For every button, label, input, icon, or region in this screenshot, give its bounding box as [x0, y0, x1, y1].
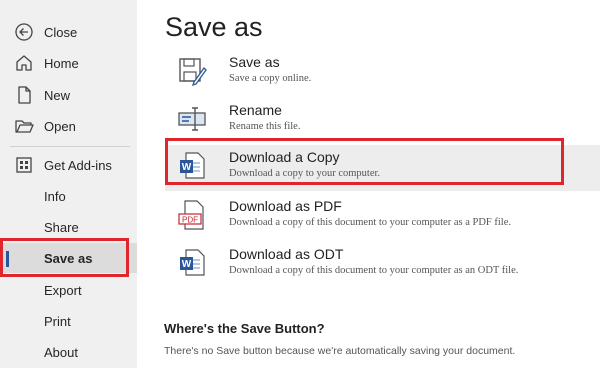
backstage-sidebar: Close Home New Open Get Add-ins Info Sha… — [0, 0, 137, 368]
help-heading: Where's the Save Button? — [164, 321, 325, 336]
add-ins-icon — [14, 155, 34, 175]
back-arrow-icon — [14, 22, 34, 42]
svg-text:PDF: PDF — [182, 216, 198, 225]
rename-icon — [177, 102, 207, 136]
sidebar-divider — [10, 146, 130, 147]
option-title: Download a Copy — [229, 149, 340, 165]
sidebar-item-save-as[interactable]: Save as — [0, 243, 137, 273]
pdf-icon: PDF — [177, 198, 207, 232]
option-subtitle: Save a copy online. — [229, 73, 312, 84]
sidebar-item-close[interactable]: Close — [0, 17, 137, 47]
new-document-icon — [14, 85, 34, 105]
option-title: Save as — [229, 54, 280, 70]
sidebar-item-label: Info — [44, 188, 66, 204]
option-rename[interactable]: Rename Rename this file. — [165, 98, 600, 144]
sidebar-item-home[interactable]: Home — [0, 48, 137, 78]
sidebar-item-label: Share — [44, 219, 79, 235]
folder-open-icon — [14, 116, 34, 136]
option-title: Download as ODT — [229, 246, 344, 262]
svg-text:W: W — [182, 162, 192, 173]
selection-indicator — [6, 251, 9, 267]
sidebar-item-label: Get Add-ins — [44, 157, 112, 173]
sidebar-item-label: Export — [44, 282, 82, 298]
word-document-icon: W — [177, 246, 207, 280]
sidebar-item-share[interactable]: Share — [0, 212, 137, 242]
svg-text:W: W — [182, 259, 192, 270]
sidebar-item-export[interactable]: Export — [0, 275, 137, 305]
sidebar-item-open[interactable]: Open — [0, 111, 137, 141]
sidebar-item-about[interactable]: About — [0, 337, 137, 367]
sidebar-item-label: Close — [44, 24, 78, 40]
option-subtitle: Download a copy to your computer. — [229, 168, 381, 179]
save-as-icon — [177, 54, 207, 88]
option-save-as[interactable]: Save as Save a copy online. — [165, 50, 600, 96]
sidebar-item-print[interactable]: Print — [0, 306, 137, 336]
sidebar-item-label: Save as — [44, 250, 93, 266]
option-title: Download as PDF — [229, 198, 342, 214]
page-title: Save as — [165, 12, 263, 42]
sidebar-item-label: New — [44, 87, 71, 103]
option-subtitle: Download a copy of this document to your… — [229, 265, 519, 276]
help-text: There's no Save button because we're aut… — [164, 345, 516, 357]
main-panel: Save as Save as Save a copy online. Rena… — [137, 0, 600, 368]
option-download-as-pdf[interactable]: PDF Download as PDF Download a copy of t… — [165, 194, 600, 240]
word-document-icon: W — [177, 149, 207, 183]
option-download-as-odt[interactable]: W Download as ODT Download a copy of thi… — [165, 242, 600, 288]
option-subtitle: Download a copy of this document to your… — [229, 217, 511, 228]
sidebar-item-info[interactable]: Info — [0, 181, 137, 211]
sidebar-item-label: Open — [44, 118, 76, 134]
sidebar-item-new[interactable]: New — [0, 80, 137, 110]
home-icon — [14, 53, 34, 73]
sidebar-item-label: Home — [44, 55, 79, 71]
option-title: Rename — [229, 102, 282, 118]
option-subtitle: Rename this file. — [229, 121, 301, 132]
sidebar-item-label: Print — [44, 313, 71, 329]
option-download-a-copy[interactable]: W Download a Copy Download a copy to you… — [165, 145, 600, 191]
sidebar-item-label: About — [44, 344, 78, 360]
sidebar-item-get-add-ins[interactable]: Get Add-ins — [0, 150, 137, 180]
